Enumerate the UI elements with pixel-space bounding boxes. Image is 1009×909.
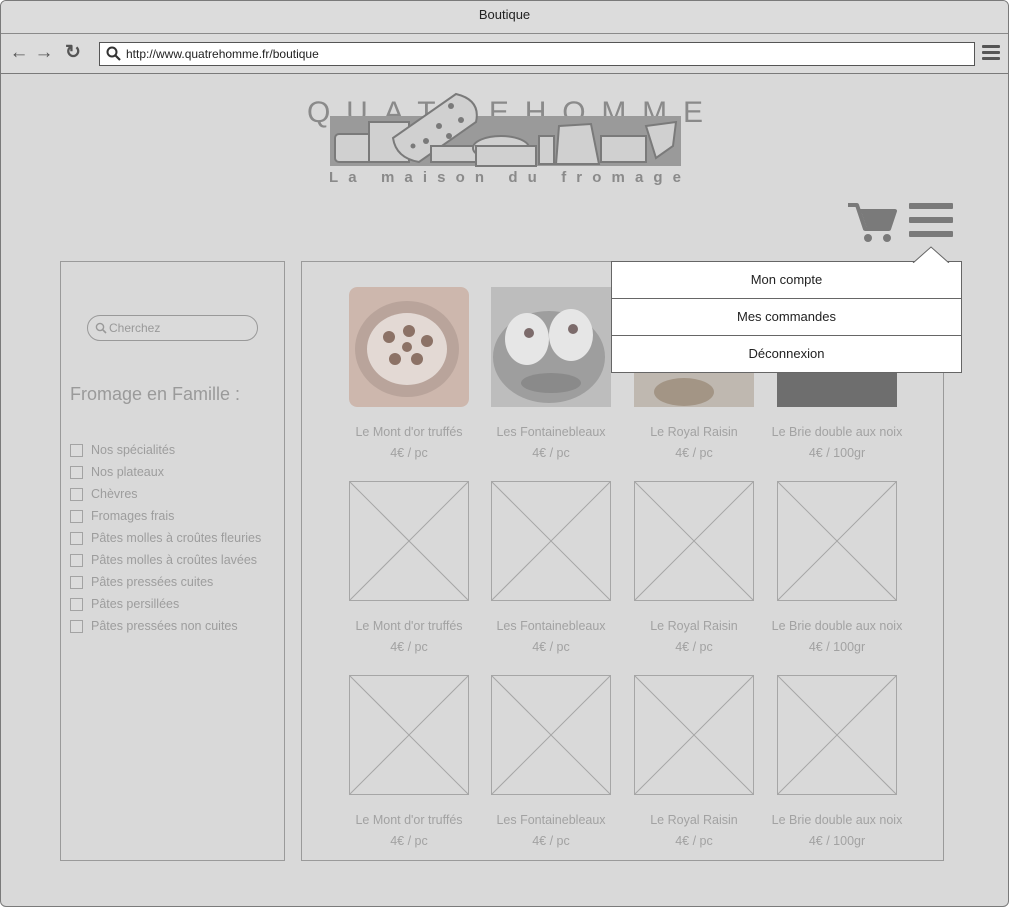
product-price: 4€ / pc (390, 446, 428, 460)
category-checkbox[interactable] (70, 443, 83, 457)
svg-text:La maison du fromage: La maison du fromage (329, 169, 681, 186)
sidebar-search-input[interactable]: Cherchez (87, 315, 258, 341)
menu-item-mes-commandes[interactable]: Mes commandes (612, 299, 961, 335)
category-item[interactable]: Pâtes molles à croûtes fleuries (70, 527, 261, 549)
quatrehomme-logo: QUATREHOMME La maison du fromage (307, 92, 703, 186)
cart-icon[interactable] (846, 201, 898, 243)
product-price: 4€ / pc (675, 640, 713, 654)
image-placeholder-icon (349, 675, 469, 795)
product-name: Le Mont d'or truffés (355, 425, 463, 439)
forward-arrow-icon[interactable]: → (34, 43, 54, 63)
category-label: Nos plateaux (91, 465, 164, 479)
category-item[interactable]: Pâtes molles à croûtes lavées (70, 549, 261, 571)
image-placeholder-icon (491, 675, 611, 795)
category-item[interactable]: Chèvres (70, 483, 261, 505)
product-name: Le Royal Raisin (650, 425, 738, 439)
window-title: Boutique (478, 7, 531, 22)
product-name: Le Brie double aux noix (771, 813, 903, 827)
category-label: Pâtes persillées (91, 597, 180, 611)
browser-menu-icon[interactable] (982, 45, 1000, 63)
image-placeholder-icon (491, 481, 611, 601)
product-price: 4€ / pc (532, 446, 570, 460)
category-item[interactable]: Nos spécialités (70, 439, 261, 461)
category-label: Fromages frais (91, 509, 175, 523)
image-placeholder-icon (634, 675, 754, 795)
menu-item-deconnexion[interactable]: Déconnexion (612, 336, 961, 372)
product-name: Le Royal Raisin (650, 619, 738, 633)
product-name: Les Fontainebleaux (496, 813, 606, 827)
product-photo (491, 287, 611, 407)
image-placeholder-icon (777, 481, 897, 601)
category-checkbox[interactable] (70, 465, 83, 479)
back-arrow-icon[interactable]: ← (9, 43, 29, 63)
product-price: 4€ / 100gr (808, 640, 866, 654)
category-checkbox[interactable] (70, 575, 83, 589)
category-item[interactable]: Pâtes persillées (70, 593, 261, 615)
category-label: Pâtes molles à croûtes lavées (91, 553, 258, 567)
product-price: 4€ / pc (532, 640, 570, 654)
account-menu-icon[interactable] (909, 203, 953, 239)
title-bar: Boutique (1, 1, 1008, 34)
account-dropdown: Mon compte Mes commandes Déconnexion (611, 246, 962, 373)
category-checkbox[interactable] (70, 509, 83, 523)
product-name: Le Mont d'or truffés (355, 619, 463, 633)
category-label: Pâtes pressées non cuites (91, 619, 238, 633)
category-checkbox[interactable] (70, 487, 83, 501)
category-item[interactable]: Pâtes pressées non cuites (70, 615, 261, 637)
category-checkbox[interactable] (70, 619, 83, 633)
search-placeholder: Cherchez (109, 321, 161, 335)
product-price: 4€ / pc (675, 446, 713, 460)
url-text: http://www.quatrehomme.fr/boutique (126, 47, 319, 61)
category-checkbox[interactable] (70, 597, 83, 611)
product-price: 4€ / 100gr (808, 446, 866, 460)
image-placeholder-icon (777, 675, 897, 795)
browser-toolbar: ← → ↻ http://www.quatrehomme.fr/boutique (1, 34, 1008, 74)
product-name: Le Brie double aux noix (771, 619, 903, 633)
product-name: Les Fontainebleaux (496, 619, 606, 633)
image-placeholder-icon (634, 481, 754, 601)
product-name: Les Fontainebleaux (496, 425, 606, 439)
category-label: Nos spécialités (91, 443, 176, 457)
product-price: 4€ / pc (532, 834, 570, 848)
category-item[interactable]: Nos plateaux (70, 461, 261, 483)
browser-window: Boutique ← → ↻ http://www.quatrehomme.fr… (0, 0, 1009, 907)
sidebar-title: Fromage en Famille : (70, 384, 241, 404)
category-checkbox[interactable] (70, 553, 83, 567)
reload-icon[interactable]: ↻ (63, 43, 83, 63)
product-photo (349, 287, 469, 407)
product-name: Le Brie double aux noix (771, 425, 903, 439)
product-price: 4€ / pc (390, 834, 428, 848)
category-checkbox[interactable] (70, 531, 83, 545)
category-sidebar: Cherchez Fromage en Famille : Nos spécia… (60, 261, 285, 861)
category-item[interactable]: Pâtes pressées cuites (70, 571, 261, 593)
product-name: Le Royal Raisin (650, 813, 738, 827)
product-price: 4€ / pc (675, 834, 713, 848)
category-label: Pâtes molles à croûtes fleuries (91, 531, 262, 545)
product-price: 4€ / pc (390, 640, 428, 654)
address-bar[interactable]: http://www.quatrehomme.fr/boutique (99, 42, 975, 66)
image-placeholder-icon (349, 481, 469, 601)
category-label: Chèvres (91, 487, 138, 501)
category-item[interactable]: Fromages frais (70, 505, 261, 527)
product-name: Le Mont d'or truffés (355, 813, 463, 827)
category-list: Nos spécialités Nos plateaux Chèvres Fro… (70, 439, 261, 637)
category-label: Pâtes pressées cuites (91, 575, 214, 589)
product-price: 4€ / 100gr (808, 834, 866, 848)
menu-item-mon-compte[interactable]: Mon compte (612, 262, 961, 298)
search-icon (95, 322, 107, 334)
dropdown-pointer (912, 246, 950, 263)
search-icon (106, 46, 121, 61)
